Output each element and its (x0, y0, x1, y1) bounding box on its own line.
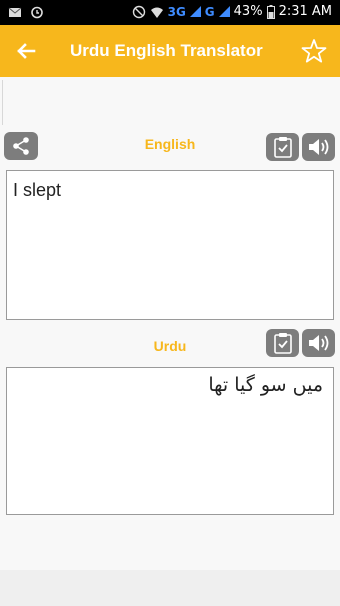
network-3g-label: 3G (167, 4, 186, 19)
clipboard-icon (273, 137, 292, 158)
app-bar: Urdu English Translator (0, 25, 340, 77)
signal-icon (189, 6, 201, 17)
urdu-label: Urdu (153, 338, 187, 354)
english-label: English (144, 136, 196, 152)
page-title: Urdu English Translator (70, 41, 263, 60)
speaker-icon (308, 139, 328, 155)
bottom-strip (0, 570, 340, 606)
battery-icon (266, 4, 275, 19)
divider (2, 80, 3, 125)
mute-icon (132, 5, 145, 18)
speak-urdu-button[interactable] (302, 329, 335, 357)
speaker-icon (308, 335, 328, 351)
clock: 2:31 AM (278, 4, 332, 19)
share-icon (13, 137, 29, 155)
message-icon (8, 7, 22, 17)
alarm-icon (31, 6, 43, 19)
wifi-icon (150, 7, 163, 18)
status-bar: 3G G 43% 2:31 AM (0, 0, 340, 25)
copy-english-button[interactable] (266, 133, 299, 161)
clipboard-icon (273, 333, 292, 354)
english-text-input[interactable]: I slept (6, 170, 334, 320)
urdu-translation-output[interactable]: میں سو گیا تھا (6, 367, 334, 515)
copy-urdu-button[interactable] (266, 329, 299, 357)
network-g-label: G (204, 4, 215, 19)
back-arrow-icon[interactable] (12, 37, 40, 65)
favorite-star-icon[interactable] (300, 37, 328, 65)
battery-percent: 43% (233, 4, 263, 19)
signal-icon-2 (218, 6, 230, 17)
share-button[interactable] (4, 132, 38, 160)
speak-english-button[interactable] (302, 133, 335, 161)
